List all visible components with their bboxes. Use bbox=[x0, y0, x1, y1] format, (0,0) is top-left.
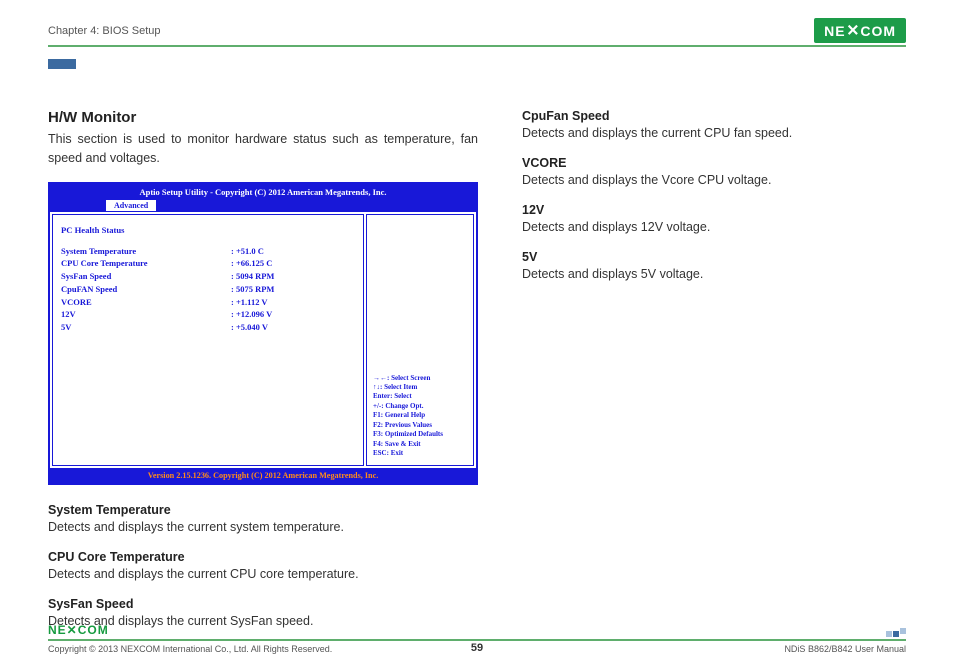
header-rule bbox=[48, 45, 906, 47]
item-block: 12VDetects and displays 12V voltage. bbox=[522, 203, 906, 236]
bios-help-line: +/-: Change Opt. bbox=[373, 402, 467, 411]
bios-row: VCORE: +1.112 V bbox=[61, 296, 355, 309]
bios-side-panel: →←: Select Screen↑↓: Select ItemEnter: S… bbox=[366, 214, 474, 466]
item-title: SysFan Speed bbox=[48, 597, 478, 611]
item-block: CpuFan SpeedDetects and displays the cur… bbox=[522, 109, 906, 142]
right-column: CpuFan SpeedDetects and displays the cur… bbox=[522, 109, 906, 644]
chapter-label: Chapter 4: BIOS Setup bbox=[48, 25, 161, 37]
bios-heading: PC Health Status bbox=[61, 225, 355, 235]
footer-squares-icon bbox=[886, 631, 906, 637]
bios-row-value: : +1.112 V bbox=[231, 296, 268, 309]
bios-help-line: F1: General Help bbox=[373, 411, 467, 420]
item-desc: Detects and displays the Vcore CPU volta… bbox=[522, 171, 906, 189]
item-desc: Detects and displays the current CPU fan… bbox=[522, 124, 906, 142]
item-block: CPU Core TemperatureDetects and displays… bbox=[48, 550, 478, 583]
bios-help-line: Enter: Select bbox=[373, 392, 467, 401]
item-block: System TemperatureDetects and displays t… bbox=[48, 503, 478, 536]
page-number: 59 bbox=[48, 642, 906, 654]
item-block: 5VDetects and displays 5V voltage. bbox=[522, 250, 906, 283]
footer-brand-logo: NE✕COM bbox=[48, 623, 109, 637]
bios-row: CpuFAN Speed: 5075 RPM bbox=[61, 283, 355, 296]
content-columns: H/W Monitor This section is used to moni… bbox=[48, 109, 906, 644]
bios-help-line: F3: Optimized Defaults bbox=[373, 430, 467, 439]
item-title: 12V bbox=[522, 203, 906, 217]
bios-tab-row: Advanced bbox=[50, 200, 476, 212]
item-title: 5V bbox=[522, 250, 906, 264]
item-desc: Detects and displays the current CPU cor… bbox=[48, 565, 478, 583]
bios-help-line: →←: Select Screen bbox=[373, 374, 467, 383]
bios-row-label: CPU Core Temperature bbox=[61, 257, 231, 270]
bios-row: System Temperature: +51.0 C bbox=[61, 245, 355, 258]
bios-row-value: : +5.040 V bbox=[231, 321, 268, 334]
bios-row-value: : +51.0 C bbox=[231, 245, 264, 258]
right-items: CpuFan SpeedDetects and displays the cur… bbox=[522, 109, 906, 284]
item-title: CpuFan Speed bbox=[522, 109, 906, 123]
bios-title: Aptio Setup Utility - Copyright (C) 2012… bbox=[50, 184, 476, 200]
bios-row-label: System Temperature bbox=[61, 245, 231, 258]
bios-help-line: ESC: Exit bbox=[373, 449, 467, 458]
footer-rule bbox=[48, 639, 906, 641]
left-items: System TemperatureDetects and displays t… bbox=[48, 503, 478, 630]
item-desc: Detects and displays 5V voltage. bbox=[522, 265, 906, 283]
bios-help-line: F2: Previous Values bbox=[373, 421, 467, 430]
item-desc: Detects and displays 12V voltage. bbox=[522, 218, 906, 236]
bios-row-value: : 5075 RPM bbox=[231, 283, 274, 296]
bios-row: SysFan Speed: 5094 RPM bbox=[61, 270, 355, 283]
section-title: H/W Monitor bbox=[48, 109, 478, 126]
item-title: CPU Core Temperature bbox=[48, 550, 478, 564]
section-desc: This section is used to monitor hardware… bbox=[48, 130, 478, 168]
bios-help-line: ↑↓: Select Item bbox=[373, 383, 467, 392]
bios-tab-advanced: Advanced bbox=[106, 200, 156, 211]
bios-row-value: : 5094 RPM bbox=[231, 270, 274, 283]
bios-row-label: SysFan Speed bbox=[61, 270, 231, 283]
bios-row-value: : +12.096 V bbox=[231, 308, 272, 321]
bios-screenshot: Aptio Setup Utility - Copyright (C) 2012… bbox=[48, 182, 478, 485]
bios-row: CPU Core Temperature: +66.125 C bbox=[61, 257, 355, 270]
bios-main-panel: PC Health Status System Temperature: +51… bbox=[52, 214, 364, 466]
bios-rows: System Temperature: +51.0 CCPU Core Temp… bbox=[61, 245, 355, 334]
bios-body: PC Health Status System Temperature: +51… bbox=[50, 212, 476, 468]
bios-row-label: 5V bbox=[61, 321, 231, 334]
page-footer: NE✕COM Copyright © 2013 NEXCOM Internati… bbox=[48, 623, 906, 654]
bios-footer: Version 2.15.1236. Copyright (C) 2012 Am… bbox=[50, 468, 476, 483]
left-column: H/W Monitor This section is used to moni… bbox=[48, 109, 478, 644]
bios-row-value: : +66.125 C bbox=[231, 257, 272, 270]
item-desc: Detects and displays the current system … bbox=[48, 518, 478, 536]
bios-help: →←: Select Screen↑↓: Select ItemEnter: S… bbox=[373, 374, 467, 459]
bios-row-label: CpuFAN Speed bbox=[61, 283, 231, 296]
bios-row: 5V: +5.040 V bbox=[61, 321, 355, 334]
item-title: VCORE bbox=[522, 156, 906, 170]
bios-row: 12V: +12.096 V bbox=[61, 308, 355, 321]
bios-help-line: F4: Save & Exit bbox=[373, 440, 467, 449]
item-block: VCOREDetects and displays the Vcore CPU … bbox=[522, 156, 906, 189]
page-header: Chapter 4: BIOS Setup NE✕COM bbox=[48, 18, 906, 43]
brand-logo: NE✕COM bbox=[814, 18, 906, 43]
accent-bar bbox=[48, 59, 76, 69]
bios-row-label: VCORE bbox=[61, 296, 231, 309]
item-title: System Temperature bbox=[48, 503, 478, 517]
bios-row-label: 12V bbox=[61, 308, 231, 321]
